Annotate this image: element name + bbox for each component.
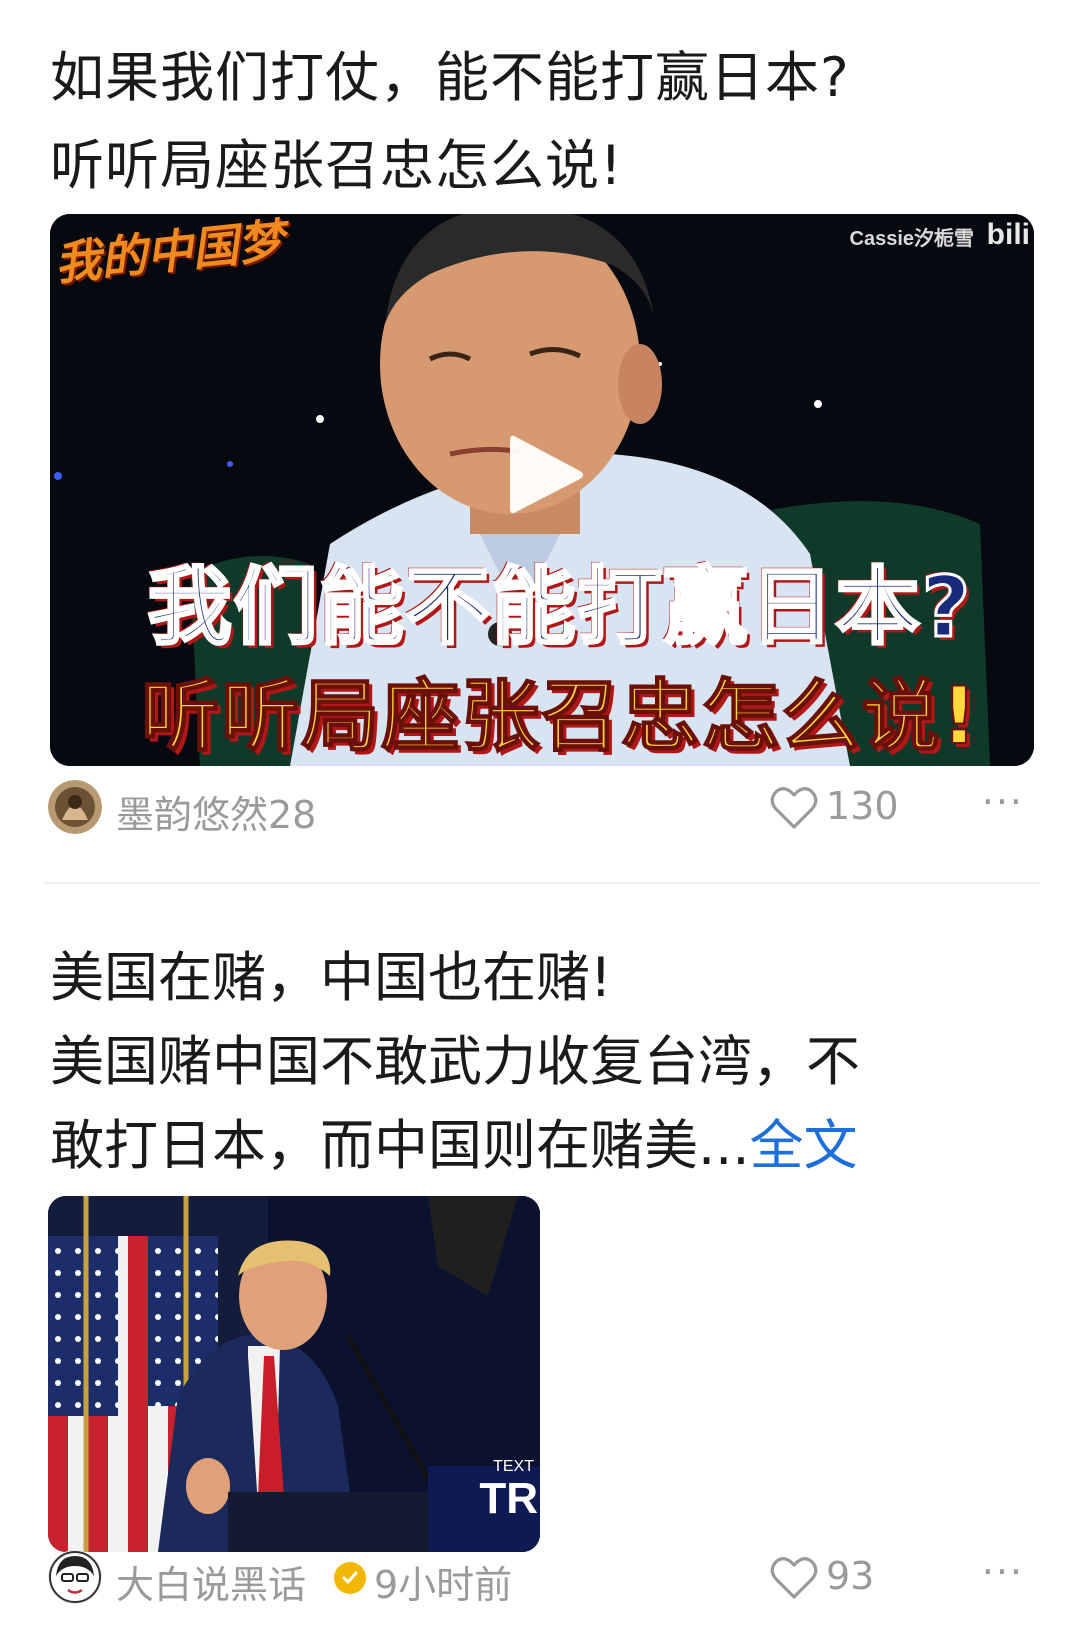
post-title-line: 如果我们打仗，能不能打赢日本? bbox=[50, 46, 850, 109]
podium-sign-text: TR bbox=[479, 1474, 538, 1523]
more-horizontal-icon[interactable]: ··· bbox=[982, 780, 1024, 824]
avatar[interactable] bbox=[48, 780, 102, 834]
verified-badge-icon bbox=[334, 1562, 366, 1594]
play-icon[interactable] bbox=[506, 430, 586, 520]
heart-outline-icon bbox=[770, 787, 818, 829]
speaker-photo bbox=[48, 1196, 540, 1552]
author-name[interactable]: 墨韵悠然28 bbox=[116, 784, 316, 839]
post-image[interactable]: TEXT TR bbox=[48, 1196, 540, 1552]
post-footer: 墨韵悠然28 130 ··· bbox=[48, 780, 1038, 839]
post-body-line-text: 敢打日本，而中国则在赌美... bbox=[50, 1114, 750, 1177]
post-body[interactable]: 美国在赌，中国也在赌! 美国赌中国不敢武力收复台湾，不 敢打日本，而中国则在赌美… bbox=[50, 936, 1030, 1188]
like-count: 130 bbox=[826, 784, 899, 828]
read-full-text-link[interactable]: 全文 bbox=[750, 1114, 858, 1177]
more-horizontal-icon[interactable]: ··· bbox=[982, 1550, 1024, 1594]
avatar[interactable] bbox=[48, 1550, 102, 1604]
like-count: 93 bbox=[826, 1554, 875, 1598]
post-body-line: 美国赌中国不敢武力收复台湾，不 bbox=[50, 1030, 860, 1093]
post-footer: 大白说黑话 9小时前 93 ··· bbox=[48, 1550, 1038, 1609]
video-caption-line: 我们能不能打赢日本? bbox=[146, 557, 973, 658]
post-body-line: 敢打日本，而中国则在赌美...全文 bbox=[50, 1104, 1030, 1188]
author-name[interactable]: 大白说黑话 bbox=[116, 1554, 306, 1609]
bilibili-logo: bili bbox=[986, 218, 1030, 251]
video-thumbnail[interactable]: 我的中国梦 Cassie汐栀雪 bili 我们能不能打赢日本? 听听局座张召忠怎… bbox=[50, 214, 1034, 766]
post-time: 9小时前 bbox=[374, 1563, 513, 1607]
video-watermark: Cassie汐栀雪 bbox=[849, 228, 975, 250]
post-body-line: 美国在赌，中国也在赌! bbox=[50, 946, 612, 1009]
post-title[interactable]: 如果我们打仗，能不能打赢日本? 听听局座张召忠怎么说! bbox=[50, 34, 1030, 210]
feed-post[interactable]: 如果我们打仗，能不能打赢日本? 听听局座张召忠怎么说! 我的中国梦 Cassie… bbox=[0, 0, 1080, 884]
heart-outline-icon bbox=[770, 1557, 818, 1599]
feed-post[interactable]: 美国在赌，中国也在赌! 美国赌中国不敢武力收复台湾，不 敢打日本，而中国则在赌美… bbox=[0, 884, 1080, 1642]
video-caption-line: 听听局座张召忠怎么说! bbox=[140, 671, 979, 763]
post-title-line: 听听局座张召忠怎么说! bbox=[50, 134, 623, 197]
